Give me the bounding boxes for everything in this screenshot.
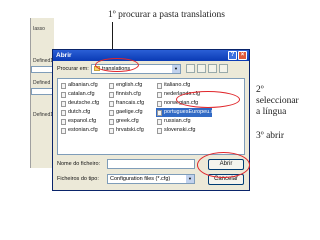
highlight-circle-open [197,152,250,178]
file-icon [61,110,66,116]
filetype-value: Configuration files (*.cfg) [110,176,171,182]
chevron-down-icon[interactable]: ▼ [172,65,180,73]
file-icon [157,101,162,107]
file-column: english.cfg finnish.cfg francais.cfg gae… [108,81,154,135]
file-name: espanol.cfg [68,118,97,124]
file-icon [109,119,114,125]
file-icon [109,101,114,107]
file-name: english.cfg [116,82,143,88]
file-item[interactable]: greek.cfg [108,117,154,126]
file-item[interactable]: estonian.cfg [60,126,106,135]
filetype-label: Ficheiros do tipo: [57,176,99,182]
file-item[interactable]: english.cfg [108,81,154,90]
file-list[interactable]: albanian.cfg catalan.cfg deutsche.cfg du… [57,78,245,155]
file-item[interactable]: slovenski.cfg [156,126,212,135]
file-name: italiano.cfg [164,82,191,88]
file-icon [157,119,162,125]
file-item[interactable]: catalan.cfg [60,90,106,99]
file-icon [157,83,162,89]
file-icon [61,128,66,134]
close-button[interactable]: × [238,51,247,60]
file-item[interactable]: finnish.cfg [108,90,154,99]
file-name: hrvatski.cfg [116,127,144,133]
file-item[interactable]: italiano.cfg [156,81,212,90]
file-name: gaelige.cfg [116,109,143,115]
file-item[interactable]: dutch.cfg [60,108,106,117]
look-in-label: Procurar em: [57,66,89,72]
filename-label: Nome do ficheiro: [57,161,101,167]
file-name: slovenski.cfg [164,127,196,133]
file-name: catalan.cfg [68,91,95,97]
file-name: portuguesEuropeu.cfg [164,109,219,115]
annotation-step2-line1: 2º [256,85,264,95]
file-item[interactable]: russian.cfg [156,117,212,126]
highlight-circle-file [176,91,240,108]
file-item[interactable]: deutsche.cfg [60,99,106,108]
file-name: finnish.cfg [116,91,141,97]
annotation-step2-line2: seleccionar [256,96,299,106]
file-icon [61,83,66,89]
file-name: francais.cfg [116,100,145,106]
annotation-step3: 3º abrir [256,131,285,141]
file-icon [157,110,162,116]
annotation-step2-line3: a língua [256,107,287,117]
file-item[interactable]: gaelige.cfg [108,108,154,117]
background-field [31,88,53,95]
filetype-combo[interactable]: Configuration files (*.cfg) ▼ [107,174,195,184]
file-item[interactable]: hrvatski.cfg [108,126,154,135]
help-button[interactable]: ? [228,51,237,60]
background-field [31,66,53,73]
dialog-title: Abrir [56,52,72,59]
background-window: Iasso Defined1]); Defined Defined1]); [30,18,57,168]
file-name: estonian.cfg [68,127,98,133]
file-item[interactable]: albanian.cfg [60,81,106,90]
file-icon [109,92,114,98]
file-item[interactable]: francais.cfg [108,99,154,108]
file-icon [109,128,114,134]
file-icon [61,101,66,107]
chevron-down-icon[interactable]: ▼ [186,175,194,183]
file-icon [109,110,114,116]
file-name: greek.cfg [116,118,139,124]
file-item[interactable]: espanol.cfg [60,117,106,126]
annotation-step1: 1º procurar a pasta translations [108,10,225,20]
file-name: russian.cfg [164,118,191,124]
file-item-selected[interactable]: portuguesEuropeu.cfg [156,108,218,117]
file-name: deutsche.cfg [68,100,100,106]
file-name: albanian.cfg [68,82,98,88]
view-menu-icon[interactable] [219,64,228,73]
new-folder-icon[interactable] [208,64,217,73]
background-text: Defined [33,80,51,86]
highlight-circle-folder [95,58,139,72]
annotation-step2: 2º seleccionar a língua [256,85,316,118]
file-icon [109,83,114,89]
back-icon[interactable] [186,64,195,73]
file-name: dutch.cfg [68,109,91,115]
file-icon [157,92,162,98]
filename-input[interactable] [107,159,195,169]
file-column: italiano.cfg nederlands.cfg norwegian.cf… [156,81,218,135]
dialog-titlebar[interactable]: Abrir ? × [53,50,249,61]
background-text: Iasso [33,26,45,32]
file-icon [61,119,66,125]
file-icon [61,92,66,98]
file-column: albanian.cfg catalan.cfg deutsche.cfg du… [60,81,106,135]
up-folder-icon[interactable] [197,64,206,73]
file-icon [157,128,162,134]
